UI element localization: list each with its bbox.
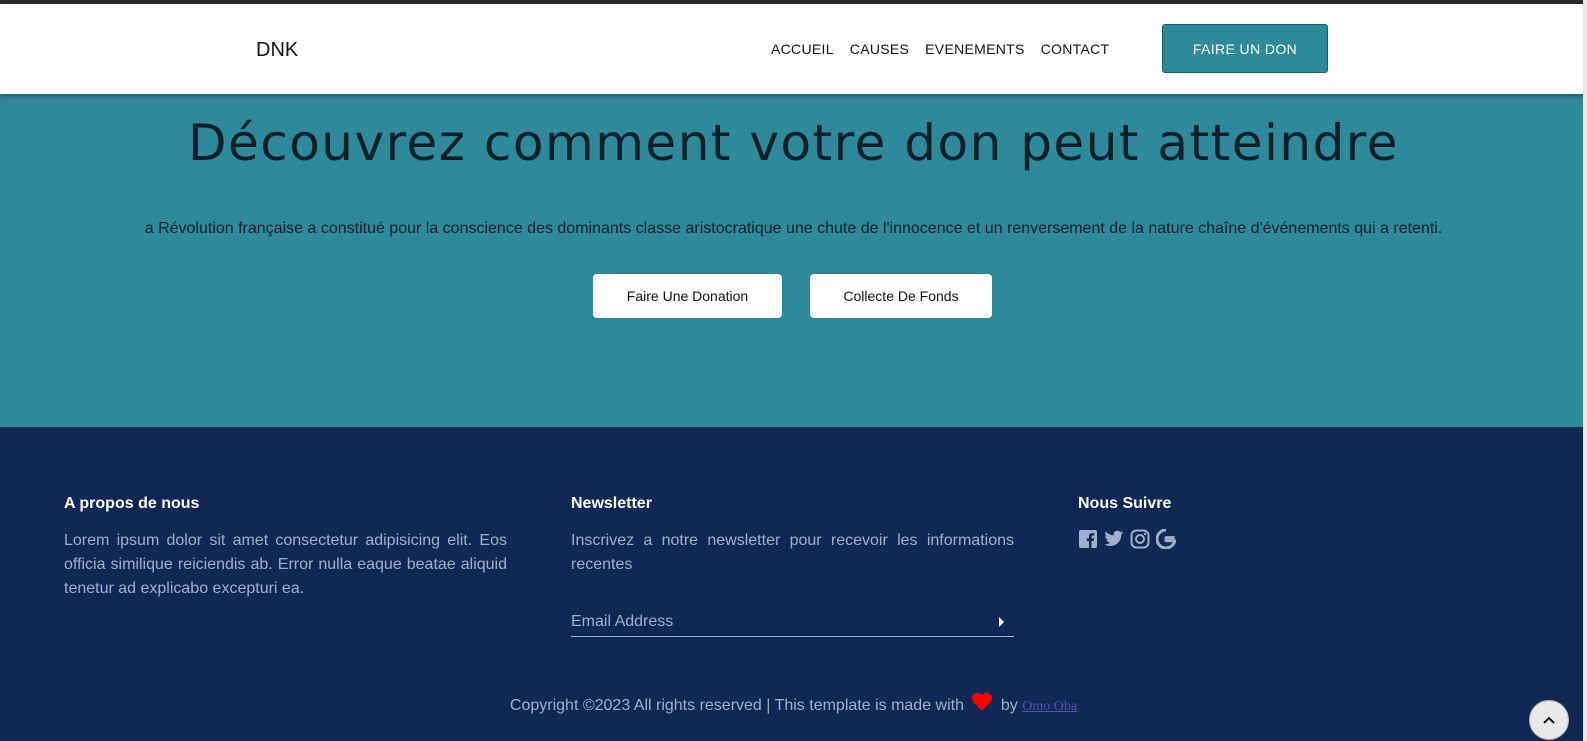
nav-link-accueil[interactable]: ACCUEIL bbox=[771, 41, 834, 57]
hero-section: Découvrez comment votre don peut atteind… bbox=[0, 94, 1587, 427]
author-link[interactable]: Omo Oba bbox=[1022, 699, 1077, 714]
brand-logo[interactable]: DNK bbox=[256, 39, 298, 62]
google-icon[interactable] bbox=[1156, 529, 1176, 549]
caret-right-icon[interactable] bbox=[999, 617, 1004, 627]
social-links bbox=[1078, 529, 1521, 549]
email-input[interactable] bbox=[571, 609, 971, 635]
hero-title: Découvrez comment votre don peut atteind… bbox=[187, 114, 1400, 172]
donate-button[interactable]: FAIRE UN DON bbox=[1162, 24, 1328, 73]
footer: A propos de nous Lorem ipsum dolor sit a… bbox=[0, 427, 1587, 741]
newsletter-text: Inscrivez a notre newsletter pour recevo… bbox=[571, 532, 1014, 573]
nav-links: ACCUEIL CAUSES EVENEMENTS CONTACT bbox=[771, 41, 1125, 57]
navbar: DNK ACCUEIL CAUSES EVENEMENTS CONTACT FA… bbox=[0, 4, 1587, 94]
chevron-up-icon bbox=[1543, 716, 1555, 724]
instagram-icon[interactable] bbox=[1130, 529, 1150, 549]
make-donation-button[interactable]: Faire Une Donation bbox=[593, 274, 782, 318]
facebook-icon[interactable] bbox=[1078, 529, 1098, 549]
copyright-text: Copyright ©2023 All rights reserved | Th… bbox=[509, 697, 964, 714]
nav-link-evenements[interactable]: EVENEMENTS bbox=[925, 41, 1024, 57]
newsletter-form bbox=[571, 609, 1014, 637]
about-text: Lorem ipsum dolor sit amet consectetur a… bbox=[64, 532, 507, 597]
nav-link-contact[interactable]: CONTACT bbox=[1041, 41, 1110, 57]
copyright: Copyright ©2023 All rights reserved | Th… bbox=[0, 692, 1587, 715]
scroll-to-top-button[interactable] bbox=[1529, 700, 1569, 740]
about-column: A propos de nous Lorem ipsum dolor sit a… bbox=[64, 495, 507, 601]
newsletter-title: Newsletter bbox=[571, 495, 652, 512]
twitter-icon[interactable] bbox=[1104, 529, 1124, 549]
heart-icon bbox=[972, 692, 993, 711]
hero-description: a Révolution française a constitué pour … bbox=[144, 220, 1443, 237]
follow-title: Nous Suivre bbox=[1078, 495, 1172, 512]
follow-column: Nous Suivre bbox=[1078, 495, 1521, 549]
about-title: A propos de nous bbox=[64, 495, 200, 512]
fundraising-button[interactable]: Collecte De Fonds bbox=[810, 274, 992, 318]
copyright-by: by bbox=[1000, 697, 1018, 714]
newsletter-column: Newsletter Inscrivez a notre newsletter … bbox=[571, 495, 1014, 577]
nav-link-causes[interactable]: CAUSES bbox=[850, 41, 909, 57]
scrollbar[interactable] bbox=[1583, 0, 1587, 741]
